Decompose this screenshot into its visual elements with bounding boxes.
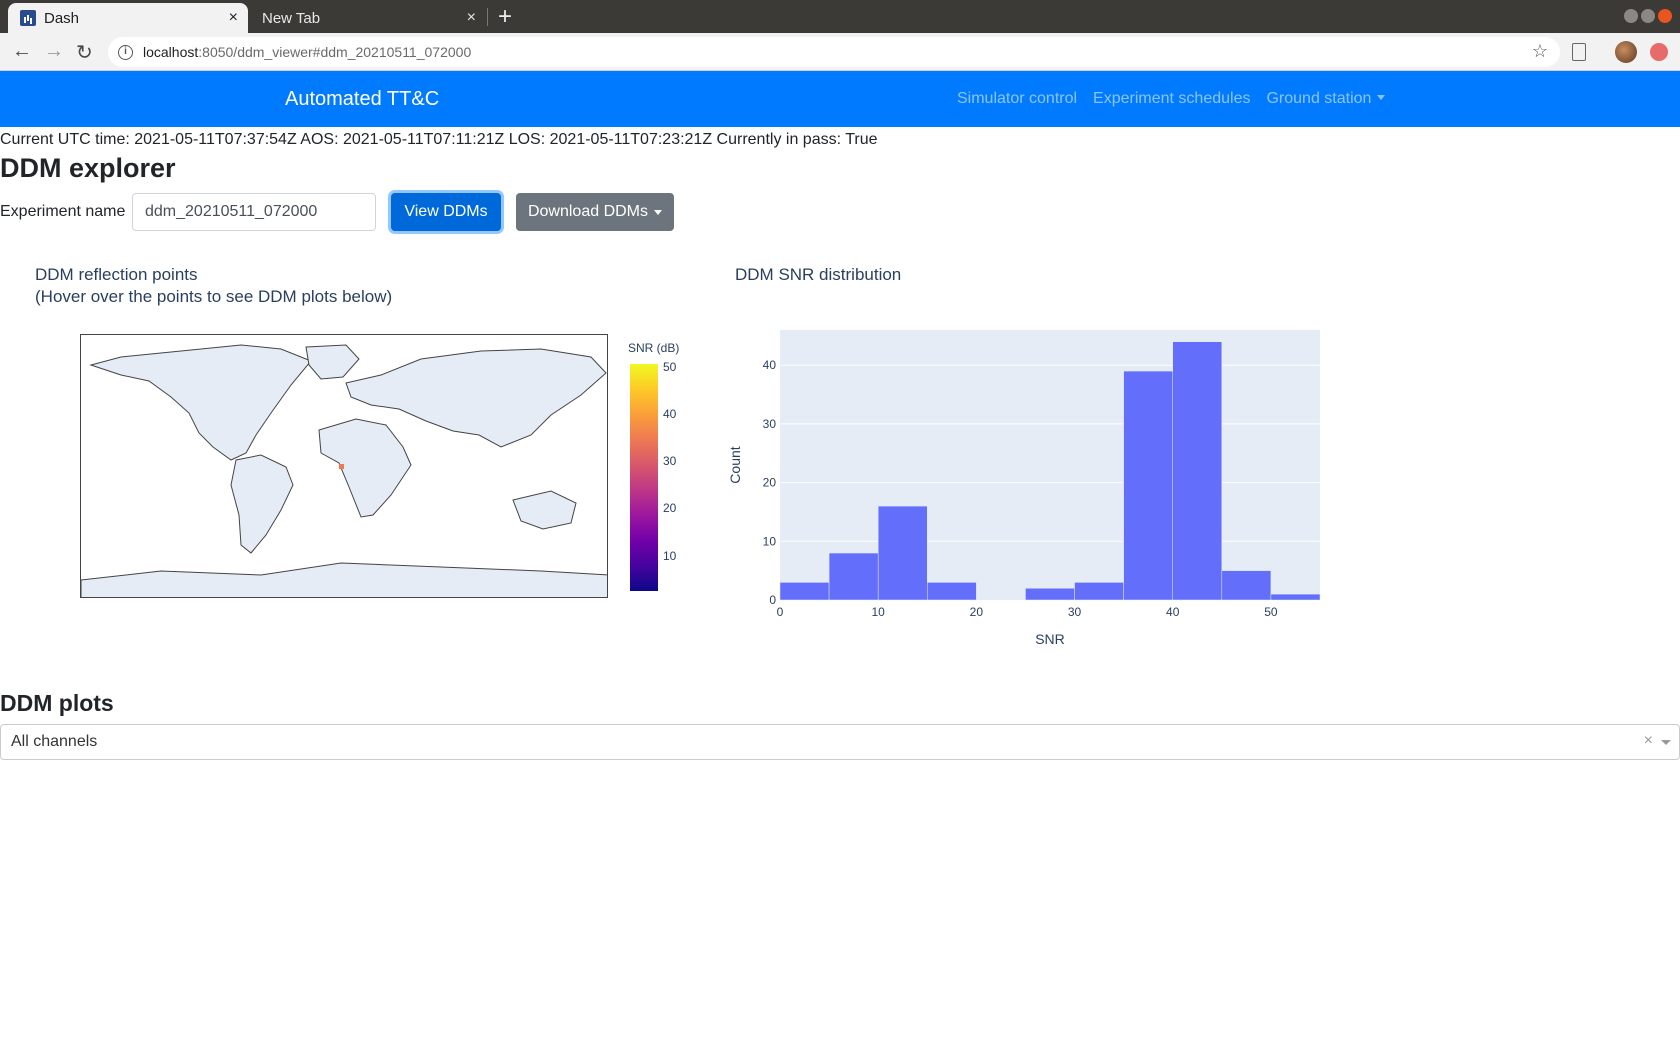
chevron-down-icon[interactable] [1661,740,1671,745]
australia-landmass [512,490,577,530]
clear-icon[interactable]: × [1644,732,1653,750]
new-tab-icon[interactable]: + [498,3,512,31]
tab-close-icon[interactable]: × [229,9,238,27]
minimize-icon[interactable] [1624,9,1638,23]
world-map-plot[interactable] [80,334,608,598]
app-navbar: Automated TT&C Simulator control Experim… [0,71,1680,127]
histogram-bar[interactable] [927,582,977,601]
window-controls [1624,9,1672,23]
histogram-bar[interactable] [1074,582,1124,601]
tab-close-icon[interactable]: × [467,9,476,27]
x-axis-ticks: 0 10 20 30 40 50 [777,605,1278,619]
navbar-brand[interactable]: Automated TT&C [285,88,439,111]
map-title-line2: (Hover over the points to see DDM plots … [35,287,393,306]
y-tick-label: 0 [769,593,776,607]
histogram-bar[interactable] [1025,588,1075,601]
site-info-icon[interactable]: i [118,44,133,60]
reader-extension-icon[interactable] [1572,43,1586,61]
x-tick-label: 20 [970,605,984,619]
y-axis-ticks: 0 10 20 30 40 [763,358,777,607]
greenland-landmass [305,344,360,380]
colorbar-tick: 40 [663,407,677,421]
x-tick-label: 30 [1068,605,1082,619]
colorbar-tick: 10 [663,549,677,563]
y-tick-label: 30 [763,417,777,431]
navbar-links: Simulator control Experiment schedules G… [957,90,1385,108]
y-axis-label: Count [727,446,743,483]
url-host: localhost [143,44,199,60]
x-tick-label: 40 [1166,605,1180,619]
ddm-plots-heading: DDM plots [0,690,114,716]
tab-new-tab[interactable]: New Tab × [250,3,486,33]
reload-icon[interactable]: ↻ [76,40,93,65]
y-tick-label: 10 [763,534,777,548]
nav-experiment-schedules[interactable]: Experiment schedules [1093,90,1250,108]
map-title-line1: DDM reflection points [35,265,198,284]
tab-label: New Tab [262,9,321,27]
url-path: :8050/ddm_viewer#ddm_20210511_072000 [198,44,472,60]
colorbar-title: SNR (dB) [628,341,680,355]
map-plot-title: DDM reflection points (Hover over the po… [35,264,392,308]
histogram-title: DDM SNR distribution [735,265,902,284]
pass-status-line: Current UTC time: 2021-05-11T07:37:54Z A… [0,131,878,148]
bookmark-star-icon[interactable]: ☆ [1532,41,1548,62]
histogram-bar[interactable] [1221,570,1272,601]
dropdown-caret-icon [654,209,663,215]
channel-select-value: All channels [11,733,98,750]
x-tick-label: 0 [777,605,784,619]
experiment-name-input[interactable] [132,193,376,231]
back-arrow-icon[interactable]: ← [12,40,32,63]
nav-simulator-control[interactable]: Simulator control [957,90,1077,108]
browser-toolbar: ← → ↻ i localhost:8050/ddm_viewer#ddm_20… [0,33,1680,71]
snr-histogram[interactable]: 0 10 20 30 40 50 0 10 20 30 40 SNR Count [720,320,1340,650]
tab-dash[interactable]: Dash × [8,3,248,33]
y-tick-label: 40 [763,358,777,372]
channel-select[interactable]: All channels × [0,724,1680,760]
y-tick-label: 20 [763,476,777,490]
colorbar-tick: 50 [663,360,677,374]
histogram-bar[interactable] [877,505,928,601]
dash-favicon-icon [20,10,36,26]
forward-arrow-icon[interactable]: → [44,40,64,63]
africa-landmass [318,418,412,518]
download-ddms-button[interactable]: Download DDMs [516,193,674,231]
experiment-name-label: Experiment name [0,203,126,220]
close-window-icon[interactable] [1658,9,1672,23]
histogram-bar[interactable] [1123,370,1173,601]
nav-ground-station-dropdown[interactable]: Ground station [1266,90,1385,108]
histogram-bar[interactable] [828,552,879,601]
histogram-bar[interactable] [779,582,830,601]
download-ddms-label: Download DDMs [527,203,649,220]
x-axis-label: SNR [1035,631,1065,647]
maximize-icon[interactable] [1641,9,1655,23]
profile-avatar[interactable] [1615,41,1637,63]
page-title: DDM explorer [0,153,176,183]
extension-icon[interactable] [1650,43,1668,61]
north-america-landmass [89,344,312,461]
histogram-bar[interactable] [1172,341,1223,601]
histogram-bar[interactable] [1270,593,1321,601]
colorbar-tick: 30 [663,454,677,468]
x-tick-label: 10 [872,605,886,619]
tab-divider [487,8,488,26]
world-map-svg [81,344,607,597]
address-bar[interactable]: i localhost:8050/ddm_viewer#ddm_20210511… [108,37,1560,67]
colorbar-tick: 20 [663,501,677,515]
tab-label: Dash [44,9,80,27]
reflection-point[interactable] [339,464,344,469]
south-america-landmass [230,454,294,554]
browser-tab-strip: Dash × New Tab × + [0,0,1680,33]
antarctica-landmass [81,562,607,597]
snr-colorbar [630,364,658,591]
x-tick-label: 50 [1264,605,1278,619]
view-ddms-button[interactable]: View DDMs [391,193,501,231]
